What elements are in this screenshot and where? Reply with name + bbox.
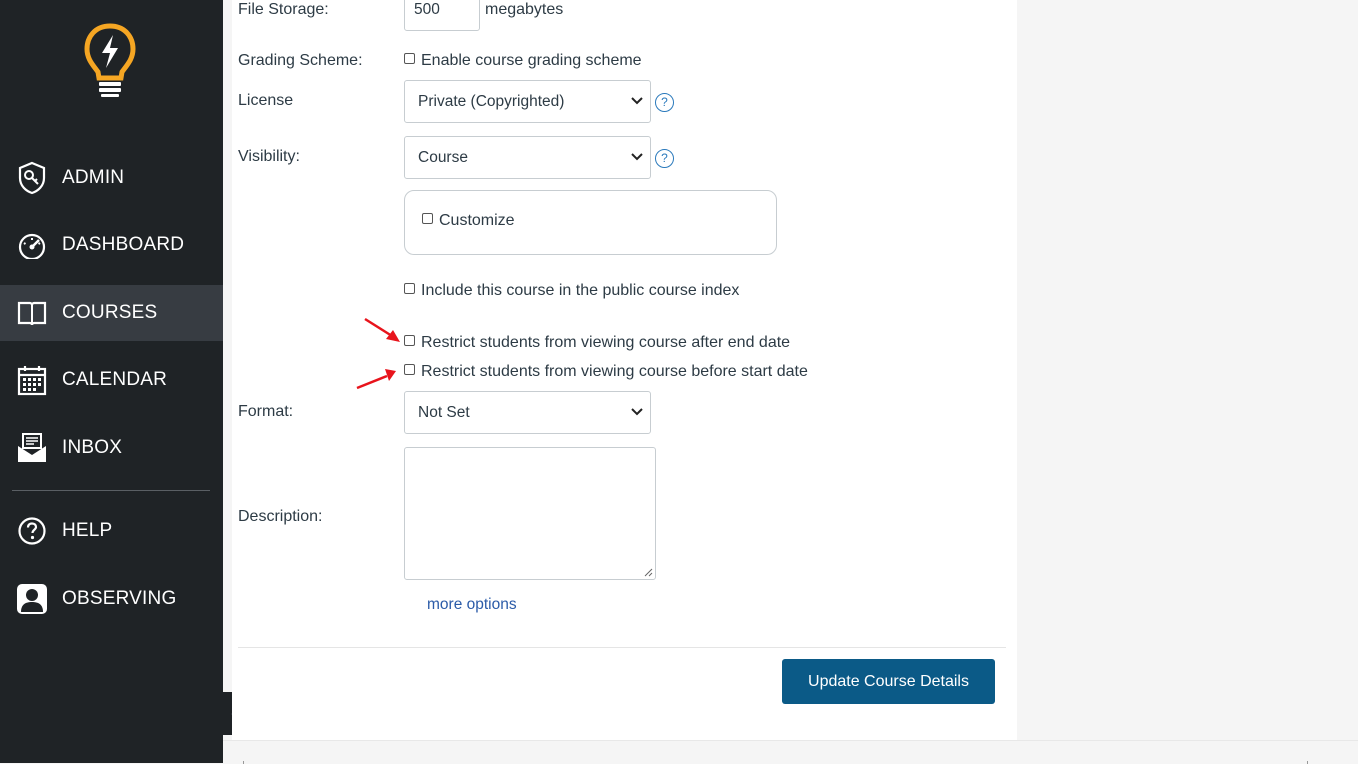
grading-scheme-row: Enable course grading scheme <box>404 52 642 70</box>
description-label: Description: <box>238 508 323 525</box>
nav-item-admin[interactable]: ADMIN <box>0 150 223 206</box>
file-storage-label: File Storage: <box>238 1 329 18</box>
annotation-arrow-icon <box>364 317 400 342</box>
nav-label-courses: COURSES <box>62 302 158 323</box>
more-options-link[interactable]: more options <box>427 596 517 614</box>
restrict-after-end-checkbox-label[interactable]: Restrict students from viewing course af… <box>421 334 790 352</box>
visibility-select[interactable]: Course <box>404 136 651 179</box>
restrict-after-end-row: Restrict students from viewing course af… <box>404 334 790 352</box>
customize-checkbox[interactable] <box>422 212 433 224</box>
license-label: License <box>238 92 294 109</box>
license-selected-value: Private (Copyrighted) <box>418 92 565 110</box>
page-footer-strip <box>223 740 1358 764</box>
dashboard-gauge-icon <box>15 228 49 262</box>
restrict-after-end-checkbox[interactable] <box>404 334 415 346</box>
license-select[interactable]: Private (Copyrighted) <box>404 80 651 123</box>
nav-label-dashboard: DASHBOARD <box>62 234 185 255</box>
grading-scheme-checkbox-label[interactable]: Enable course grading scheme <box>421 52 642 70</box>
grading-scheme-label: Grading Scheme: <box>238 52 363 69</box>
book-icon <box>15 296 49 330</box>
restrict-before-start-checkbox[interactable] <box>404 363 415 375</box>
format-select[interactable]: Not Set <box>404 391 651 434</box>
chevron-down-icon <box>631 97 643 105</box>
nav-item-dashboard[interactable]: DASHBOARD <box>0 217 223 273</box>
chevron-down-icon <box>631 408 643 416</box>
nav-item-help[interactable]: HELP <box>0 503 223 559</box>
file-storage-unit: megabytes <box>485 1 564 18</box>
update-course-details-button[interactable]: Update Course Details <box>782 659 995 704</box>
license-help-icon[interactable]: ? <box>655 93 674 112</box>
nav-item-calendar[interactable]: CALENDAR <box>0 352 223 408</box>
description-textarea[interactable] <box>404 447 656 580</box>
nav-item-courses[interactable]: COURSES <box>0 285 223 341</box>
file-storage-value: 500 <box>414 1 440 18</box>
public-index-checkbox[interactable] <box>404 282 415 294</box>
customize-checkbox-label[interactable]: Customize <box>439 212 515 230</box>
restrict-before-start-checkbox-label[interactable]: Restrict students from viewing course be… <box>421 363 808 381</box>
nav-item-observing[interactable]: OBSERVING <box>0 571 223 627</box>
help-circle-icon <box>15 514 49 548</box>
admin-shield-icon <box>15 161 49 195</box>
visibility-label: Visibility: <box>238 148 300 165</box>
global-nav-sidebar: ADMIN DASHBOARD COURSES CALENDAR INBOX H… <box>0 0 223 763</box>
visibility-selected-value: Course <box>418 148 468 166</box>
nav-label-calendar: CALENDAR <box>62 369 168 390</box>
format-label: Format: <box>238 403 294 420</box>
public-index-row: Include this course in the public course… <box>404 282 739 300</box>
observer-avatar-icon <box>15 582 49 616</box>
nav-label-help: HELP <box>62 520 113 541</box>
annotation-arrow-icon <box>356 369 396 390</box>
public-index-checkbox-label[interactable]: Include this course in the public course… <box>421 282 739 300</box>
grading-scheme-checkbox[interactable] <box>404 52 415 64</box>
nav-label-inbox: INBOX <box>62 437 123 458</box>
visibility-help-icon[interactable]: ? <box>655 149 674 168</box>
form-divider <box>238 647 1006 648</box>
calendar-icon <box>15 363 49 397</box>
nav-label-observing: OBSERVING <box>62 588 177 609</box>
resize-handle-icon[interactable] <box>643 567 653 577</box>
chevron-down-icon <box>631 153 643 161</box>
file-storage-input[interactable]: 500 <box>404 0 480 31</box>
nav-divider <box>12 490 210 491</box>
logo-lightbulb-icon[interactable] <box>82 22 138 100</box>
format-selected-value: Not Set <box>418 403 470 421</box>
customize-row: Customize <box>422 212 515 230</box>
nav-item-inbox[interactable]: INBOX <box>0 420 223 476</box>
inbox-icon <box>15 431 49 465</box>
nav-label-admin: ADMIN <box>62 167 125 188</box>
restrict-before-start-row: Restrict students from viewing course be… <box>404 363 808 381</box>
